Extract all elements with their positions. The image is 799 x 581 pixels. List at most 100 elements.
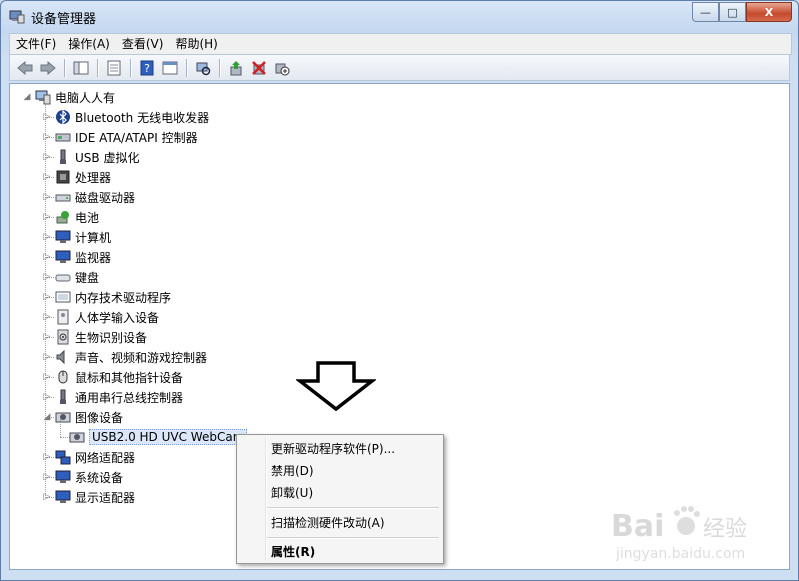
expand-arrow-icon[interactable]: ▷ [42, 272, 52, 282]
expand-arrow-icon[interactable]: ▷ [42, 452, 52, 462]
ctx-disable[interactable]: 禁用(D) [239, 459, 441, 481]
down-arrow-annotation [296, 361, 376, 412]
ctx-properties[interactable]: 属性(R) [239, 540, 441, 562]
forward-arrow-icon [40, 60, 56, 75]
tree-item-label: 网络适配器 [75, 450, 136, 465]
tree-category-item[interactable]: ▷ 电池 [42, 207, 99, 227]
tree-category-item[interactable]: ▷ 内存技术驱动程序 [42, 287, 171, 307]
expand-arrow-icon[interactable]: ▷ [42, 372, 52, 382]
tree-category-item[interactable]: ◢ 图像设备 [42, 407, 123, 427]
tree-category-item[interactable]: ▷ 监视器 [42, 247, 111, 267]
expand-arrow-icon[interactable]: ▷ [42, 392, 52, 402]
forward-button[interactable] [37, 57, 59, 79]
watermark-brand2: 经验 [703, 517, 747, 542]
expand-arrow-icon[interactable]: ▷ [42, 212, 52, 222]
tree-root[interactable]: ◢ 电脑人人有 [22, 87, 115, 107]
disable-button[interactable] [271, 57, 293, 79]
menu-file[interactable]: 文件(F) [10, 35, 62, 53]
expand-arrow-icon[interactable]: ▷ [42, 352, 52, 362]
ctx-uninstall[interactable]: 卸载(U) [239, 481, 441, 503]
menu-help[interactable]: 帮助(H) [169, 35, 223, 53]
console-view-icon [162, 61, 178, 74]
ctx-update-driver[interactable]: 更新驱动程序软件(P)... [239, 437, 441, 459]
tree-item-label: Bluetooth 无线电收发器 [75, 110, 210, 125]
sound-icon [56, 349, 65, 365]
menu-view[interactable]: 查看(V) [116, 35, 170, 53]
maximize-icon: □ [727, 5, 738, 19]
window-controls: — □ X [692, 2, 792, 22]
expand-arrow-icon[interactable]: ▷ [42, 492, 52, 502]
tree-category-item[interactable]: ▷ 显示适配器 [42, 487, 135, 507]
tree-category-item[interactable]: ▷ 计算机 [42, 227, 111, 247]
context-menu-separator [267, 507, 439, 509]
uninstall-icon [252, 60, 266, 75]
tree-category-item[interactable]: ▷ 生物识别设备 [42, 327, 147, 347]
mouse-icon [58, 370, 68, 384]
maximize-button[interactable]: □ [719, 2, 746, 22]
close-button[interactable]: X [746, 2, 792, 22]
expand-arrow-icon[interactable]: ▷ [42, 112, 52, 122]
tree-item-label: 系统设备 [75, 470, 124, 485]
expand-arrow-icon[interactable]: ▷ [42, 172, 52, 182]
tree-category-item[interactable]: ▷ IDE ATA/ATAPI 控制器 [42, 127, 198, 147]
imaging-device-icon [55, 412, 71, 423]
tree-item-label: 键盘 [75, 270, 100, 285]
memory-tech-icon [55, 291, 71, 303]
back-arrow-icon [17, 60, 33, 75]
toolbar: ? [9, 55, 790, 81]
scan-hardware-icon [196, 62, 211, 75]
monitor-icon [55, 250, 71, 263]
minimize-button[interactable]: — [692, 2, 719, 22]
properties-button[interactable] [103, 57, 125, 79]
biometric-icon [57, 329, 69, 345]
back-button[interactable] [14, 57, 36, 79]
toolbar-separator [97, 58, 99, 77]
console-tree-button[interactable] [70, 57, 92, 79]
expand-arrow-icon[interactable]: ▷ [42, 332, 52, 342]
tree-item-label: 人体学输入设备 [75, 310, 160, 325]
menu-action[interactable]: 操作(A) [62, 35, 116, 53]
tree-child-item[interactable]: USB2.0 HD UVC WebCam [56, 427, 248, 447]
properties-icon [107, 60, 121, 75]
tree-category-item[interactable]: ▷ 处理器 [42, 167, 111, 187]
tree-category-item[interactable]: ▷ 键盘 [42, 267, 99, 287]
title-bar[interactable]: 设备管理器 — □ X [1, 1, 798, 31]
ctx-scan-hardware[interactable]: 扫描检测硬件改动(A) [239, 511, 441, 533]
collapse-arrow-icon[interactable]: ◢ [22, 92, 32, 102]
expand-arrow-icon[interactable]: ▷ [42, 192, 52, 202]
expand-arrow-icon[interactable]: ▷ [42, 252, 52, 262]
update-driver-button[interactable] [225, 57, 247, 79]
tree-category-item[interactable]: ▷ 磁盘驱动器 [42, 187, 135, 207]
tree-category-item[interactable]: ▷ 鼠标和其他指针设备 [42, 367, 183, 387]
console-view-button[interactable] [159, 57, 181, 79]
svg-text:?: ? [144, 62, 150, 75]
scan-hardware-button[interactable] [192, 57, 214, 79]
tree-item-label: 监视器 [75, 250, 112, 265]
expand-arrow-icon[interactable]: ▷ [42, 292, 52, 302]
watermark-url: jingyan.baidu.com [615, 546, 745, 562]
tree-item-label: 磁盘驱动器 [75, 190, 136, 205]
paw-icon [674, 506, 700, 535]
expand-arrow-icon[interactable]: ▷ [42, 312, 52, 322]
collapse-arrow-icon[interactable]: ◢ [42, 412, 52, 422]
tree-category-item[interactable]: ▷ 人体学输入设备 [42, 307, 159, 327]
tree-item-label: 声音、视频和游戏控制器 [75, 350, 208, 365]
help-button[interactable]: ? [136, 57, 158, 79]
expand-arrow-icon[interactable]: ▷ [42, 232, 52, 242]
disk-drive-icon [55, 194, 71, 202]
tree-category-item[interactable]: ▷ 通用串行总线控制器 [42, 387, 183, 407]
uninstall-button[interactable] [248, 57, 270, 79]
computer-root-icon [35, 90, 51, 105]
tree-category-item[interactable]: ▷ 系统设备 [42, 467, 123, 487]
expand-arrow-icon[interactable]: ▷ [42, 132, 52, 142]
toolbar-separator [219, 58, 221, 77]
tree-category-item[interactable]: ▷ 网络适配器 [42, 447, 135, 467]
help-icon: ? [140, 60, 154, 75]
tree-category-item[interactable]: ▷ USB 虚拟化 [42, 147, 139, 167]
tree-category-item[interactable]: ▷ 声音、视频和游戏控制器 [42, 347, 207, 367]
watermark-brand: Bai [611, 509, 664, 544]
expand-arrow-icon[interactable]: ▷ [42, 152, 52, 162]
ctx-properties-label: 属性(R) [271, 544, 316, 559]
tree-category-item[interactable]: ▷ Bluetooth 无线电收发器 [42, 107, 209, 127]
expand-arrow-icon[interactable]: ▷ [42, 472, 52, 482]
